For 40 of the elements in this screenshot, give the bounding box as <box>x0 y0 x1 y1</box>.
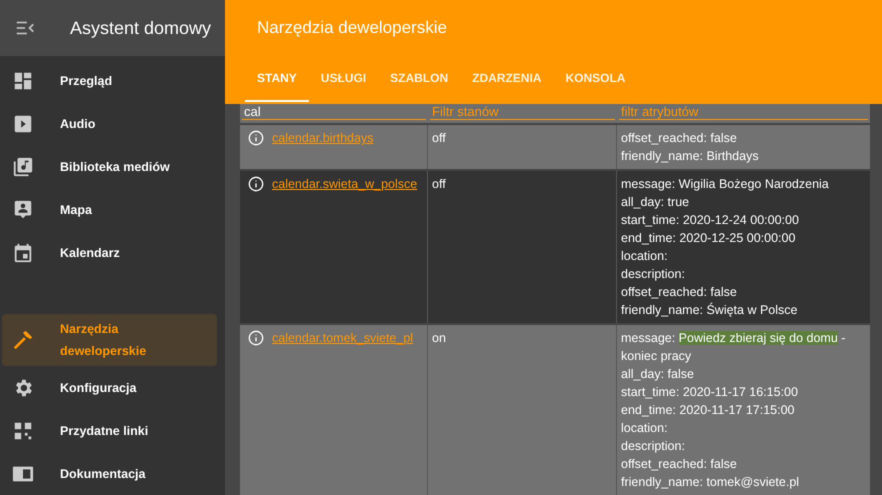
attribute-text: description: <box>621 266 686 283</box>
map-pin-icon <box>12 198 34 220</box>
hammer-icon <box>12 329 34 351</box>
attribute-text: offset_reached: false <box>621 284 738 301</box>
state-text: off <box>432 130 447 147</box>
attribute-text: description: <box>621 438 686 455</box>
sidebar-item[interactable]: Przegląd <box>2 59 217 102</box>
sidebar-item[interactable]: Konfiguracja <box>2 366 217 409</box>
attribute-text: start_time: 2020-12-24 00:00:00 <box>621 212 800 229</box>
attribute-text: all_day: false <box>621 366 695 383</box>
filter-field[interactable]: Filtr stanów <box>428 104 617 123</box>
sidebar-item[interactable]: Mapa <box>2 188 217 231</box>
attribute-text: location: <box>621 248 669 265</box>
app-title: Asystent domowy <box>70 18 212 38</box>
filter-field[interactable]: cal <box>240 104 428 123</box>
state-text: on <box>432 330 447 347</box>
attribute-text: offset_reached: false <box>621 456 738 473</box>
attribute-text: all_day: true <box>621 194 690 211</box>
sidebar-item[interactable]: Przydatne linki <box>2 409 217 452</box>
attribute-text: start_time: 2020-11-17 16:15:00 <box>621 384 799 401</box>
sidebar-item[interactable]: Narzędzia deweloperskie <box>2 314 217 366</box>
state-text: off <box>432 176 447 193</box>
sidebar-item[interactable]: Audio <box>2 102 217 145</box>
sidebar-item[interactable]: Dokumentacja <box>2 452 217 495</box>
attribute-text: offset_reached: false <box>621 130 738 147</box>
attribute-text: location: <box>621 420 669 437</box>
attribute-text: message: Wigilia Bożego Narodzenia <box>621 176 830 193</box>
attribute-text: end_time: 2020-12-25 00:00:00 <box>621 230 796 247</box>
music-library-icon <box>12 156 34 178</box>
filter-field[interactable]: filtr atrybutów <box>617 104 870 123</box>
sidebar-item[interactable]: Kalendarz <box>2 231 217 274</box>
entity-link[interactable]: calendar.swieta_w_polsce <box>272 176 418 192</box>
sidebar-item[interactable]: Biblioteka mediów <box>2 145 217 188</box>
info-icon[interactable] <box>248 176 264 192</box>
attribute-text: friendly_name: tomek@sviete.pl <box>621 474 800 491</box>
page-title: Narzędzia deweloperskie <box>256 17 448 39</box>
attribute-text: end_time: 2020-11-17 17:15:00 <box>621 402 796 419</box>
attribute-text: friendly_name: Birthdays <box>621 148 760 165</box>
attribute-text: friendly_name: Święta w Polsce <box>621 302 798 319</box>
calendar-icon <box>12 242 34 264</box>
